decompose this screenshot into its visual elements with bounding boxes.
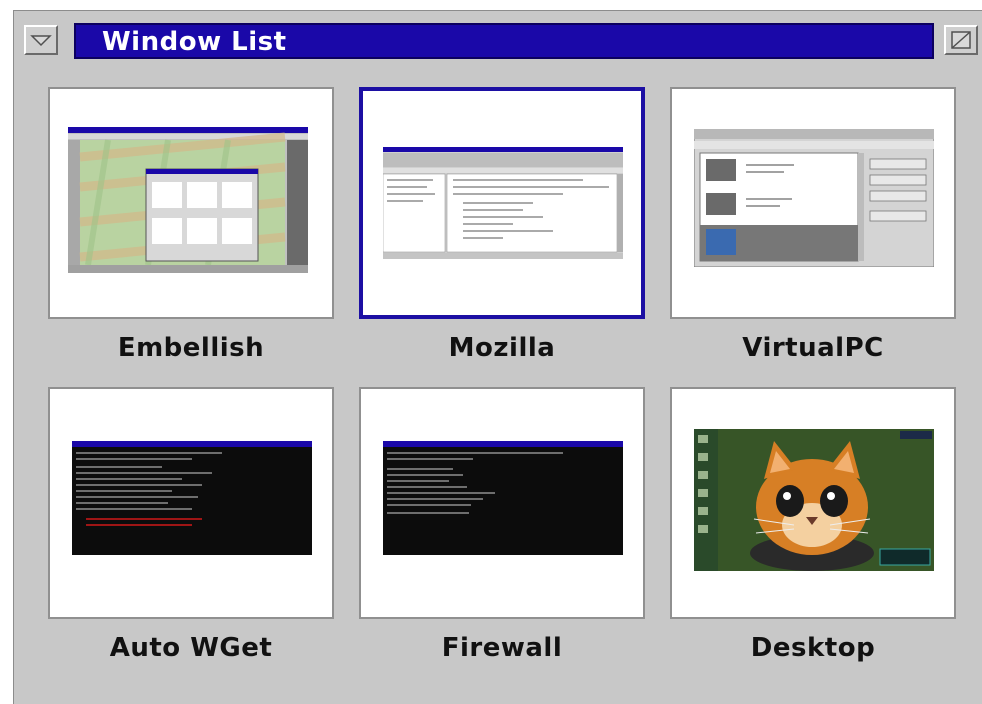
window-label-virtualpc: VirtualPC — [742, 333, 884, 363]
window-list-panel: Window List Embellish Mozilla VirtualPC … — [13, 10, 982, 704]
window-label-mozilla: Mozilla — [448, 333, 556, 363]
window-label-auto-wget: Auto WGet — [109, 633, 273, 663]
window-tile-desktop[interactable] — [670, 387, 956, 619]
window-label-embellish: Embellish — [117, 333, 265, 363]
window-title: Window List — [102, 27, 287, 57]
window-label-firewall: Firewall — [441, 633, 563, 663]
title-strip[interactable]: Window List — [74, 23, 934, 59]
firewall-thumbnail — [383, 441, 623, 555]
window-tile-embellish[interactable] — [48, 87, 334, 319]
window-tile-virtualpc[interactable] — [670, 87, 956, 319]
window-tile-auto-wget[interactable] — [48, 387, 334, 619]
window-label-desktop: Desktop — [750, 633, 876, 663]
window-menu-button[interactable] — [24, 25, 58, 55]
window-tile-mozilla[interactable] — [359, 87, 645, 319]
virtualpc-thumbnail — [694, 129, 934, 267]
desktop-thumbnail — [694, 429, 934, 571]
auto-wget-thumbnail — [72, 441, 312, 555]
zoom-button[interactable] — [944, 25, 978, 55]
mozilla-thumbnail — [383, 147, 623, 259]
menu-arrow-icon — [30, 35, 52, 47]
title-bar: Window List — [14, 11, 982, 67]
zoom-icon — [951, 31, 971, 49]
window-tile-firewall[interactable] — [359, 387, 645, 619]
embellish-thumbnail — [68, 127, 308, 273]
